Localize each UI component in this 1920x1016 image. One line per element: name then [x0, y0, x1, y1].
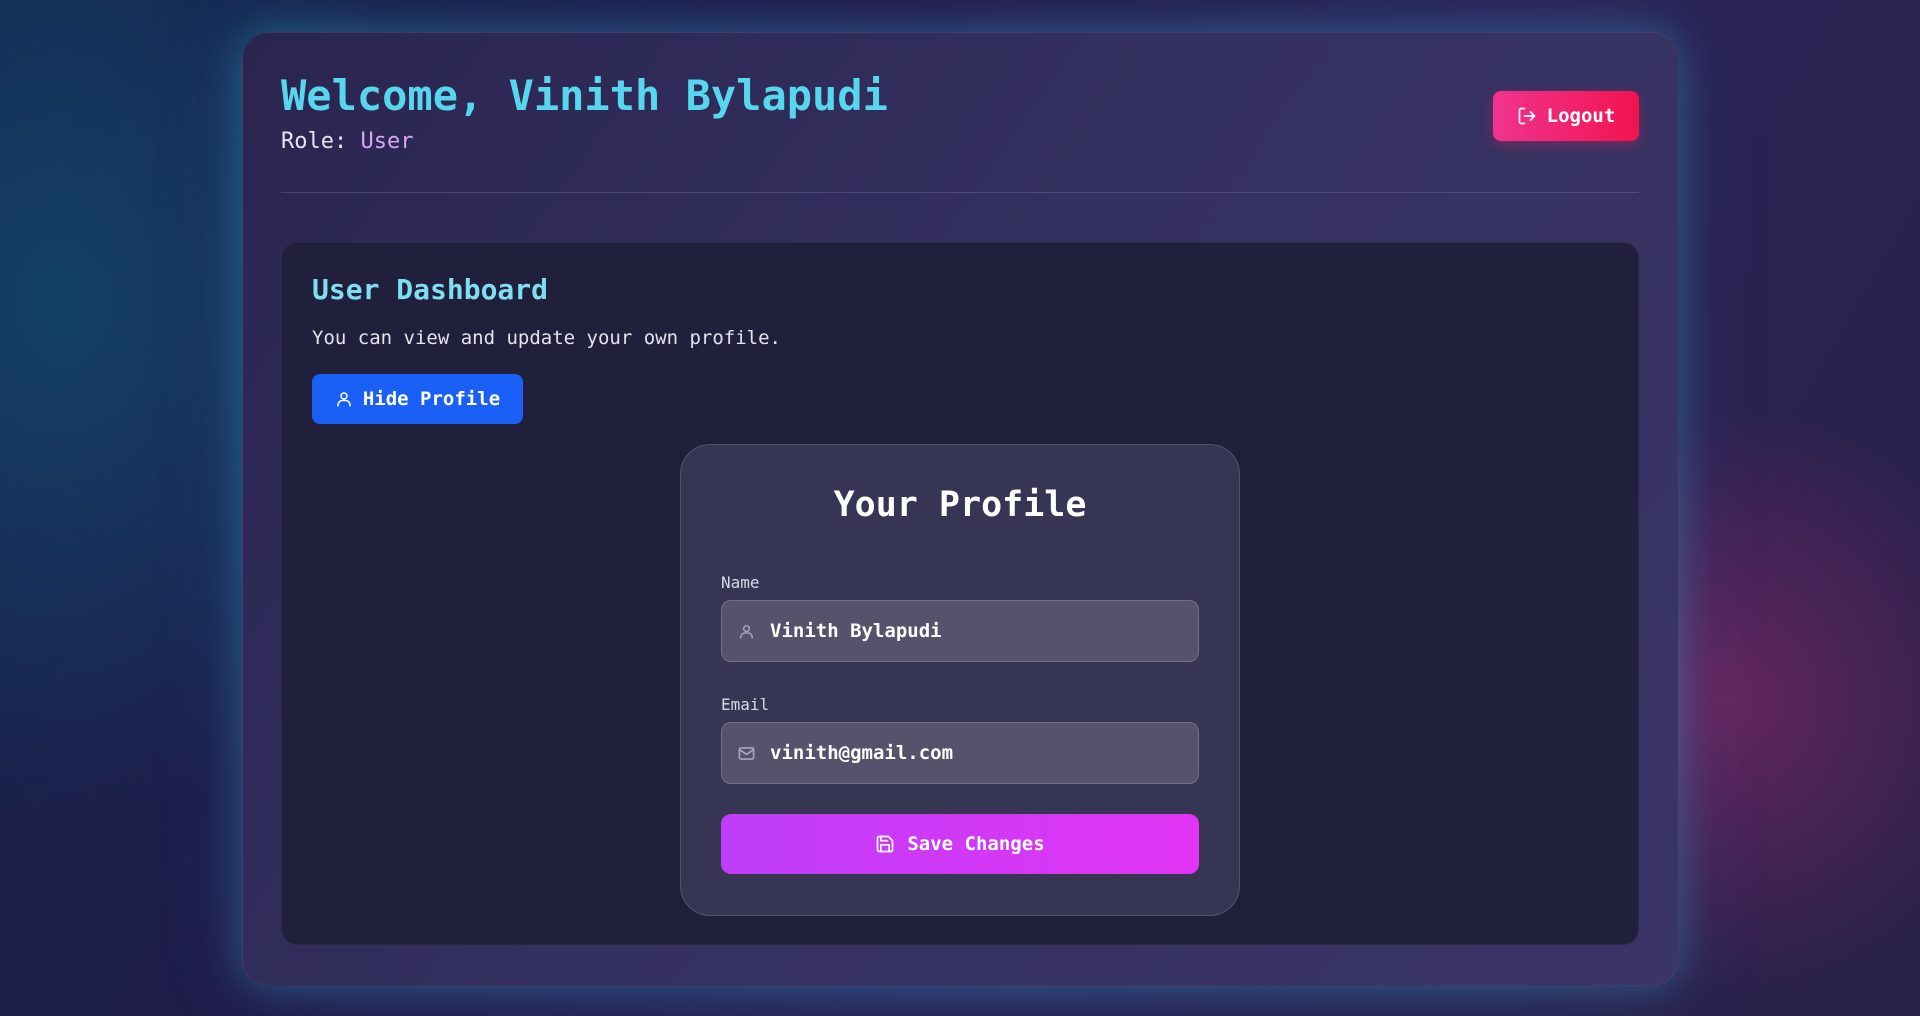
name-field[interactable] [721, 600, 1199, 662]
logout-button[interactable]: Logout [1493, 91, 1639, 141]
save-changes-button[interactable]: Save Changes [721, 814, 1199, 874]
save-changes-label: Save Changes [907, 833, 1045, 855]
mail-icon [736, 743, 756, 763]
name-input[interactable] [770, 620, 1170, 642]
welcome-heading: Welcome, Vinith Bylapudi [281, 70, 888, 122]
user-icon [335, 390, 353, 408]
email-label: Email [721, 695, 770, 714]
dashboard-description: You can view and update your own profile… [312, 327, 781, 349]
page-header: Welcome, Vinith Bylapudi Role: User Logo… [281, 70, 1639, 193]
save-icon [875, 834, 895, 854]
email-field[interactable] [721, 722, 1199, 784]
user-icon [736, 621, 756, 641]
user-name: Vinith Bylapudi [508, 71, 888, 120]
logout-label: Logout [1546, 105, 1616, 127]
role-line: Role: User [281, 129, 413, 154]
logout-icon [1517, 106, 1537, 126]
name-label: Name [721, 573, 760, 592]
hide-profile-label: Hide Profile [362, 388, 501, 410]
role-value: User [360, 129, 414, 154]
email-input[interactable] [770, 742, 1170, 764]
dashboard-title: User Dashboard [312, 273, 549, 306]
welcome-prefix: Welcome, [281, 71, 509, 120]
hide-profile-button[interactable]: Hide Profile [312, 374, 523, 424]
profile-title: Your Profile [833, 485, 1087, 525]
profile-card: Your Profile Name Email [680, 444, 1240, 916]
user-dashboard-panel: User Dashboard You can view and update y… [281, 242, 1639, 945]
role-label: Role: [281, 129, 361, 154]
